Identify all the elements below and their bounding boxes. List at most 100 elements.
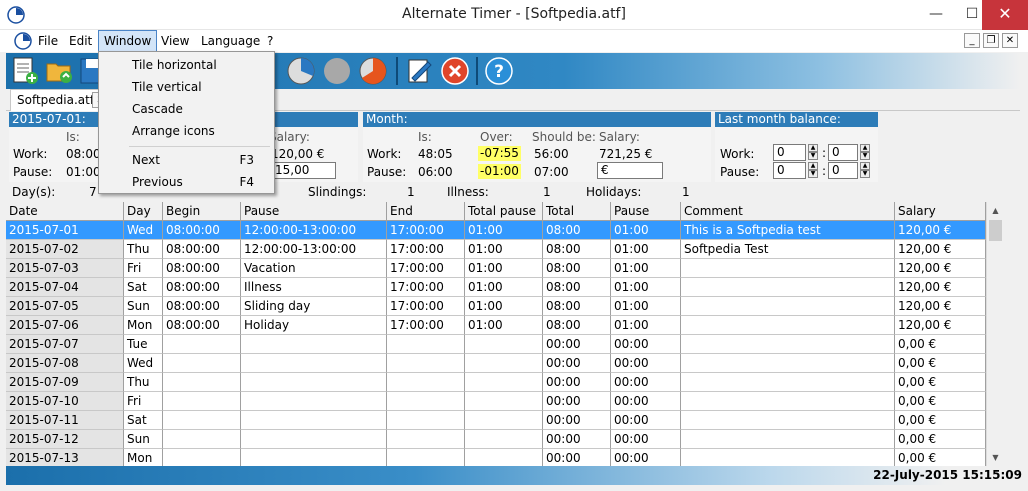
cell-total[interactable]: 00:00 [543,411,611,430]
balance-work-hours-spinner[interactable]: ▲ ▼ [808,144,818,161]
cell-pause-duration[interactable]: 01:00 [611,316,681,335]
cell-date[interactable]: 2015-07-06 [6,316,124,335]
cell-total-pause[interactable] [465,373,543,392]
column-header-salary[interactable]: Salary [895,202,986,221]
cell-begin[interactable]: 08:00:00 [163,316,241,335]
cell-total-pause[interactable]: 01:00 [465,278,543,297]
cell-day[interactable]: Wed [124,221,163,240]
column-header-total-pause[interactable]: Total pause [465,202,543,221]
cell-comment[interactable] [681,278,895,297]
cell-pause[interactable]: Sliding day [241,297,387,316]
cell-pause-duration[interactable]: 00:00 [611,392,681,411]
cell-begin[interactable] [163,335,241,354]
cell-pause[interactable] [241,354,387,373]
table-row[interactable]: 2015-07-10 Fri 00:00 00:00 0,00 € [6,392,986,411]
new-document-icon[interactable] [10,56,40,86]
cell-total-pause[interactable]: 01:00 [465,316,543,335]
cell-pause-duration[interactable]: 01:00 [611,278,681,297]
cell-total-pause[interactable] [465,411,543,430]
cell-day[interactable]: Mon [124,449,163,466]
cell-total[interactable]: 00:00 [543,392,611,411]
cell-end[interactable]: 17:00:00 [387,221,465,240]
balance-pause-minutes[interactable]: 0 [828,162,858,179]
cell-comment[interactable] [681,316,895,335]
cell-pause-duration[interactable]: 01:00 [611,221,681,240]
balance-pause-hours[interactable]: 0 [773,162,806,179]
cell-total[interactable]: 08:00 [543,297,611,316]
cell-day[interactable]: Sun [124,297,163,316]
cell-end[interactable]: 17:00:00 [387,259,465,278]
cell-total-pause[interactable] [465,449,543,466]
cell-pause-duration[interactable]: 00:00 [611,373,681,392]
cell-date[interactable]: 2015-07-08 [6,354,124,373]
cell-day[interactable]: Sun [124,430,163,449]
cell-end[interactable] [387,430,465,449]
cell-total[interactable]: 08:00 [543,221,611,240]
cell-pause[interactable] [241,430,387,449]
cell-total-pause[interactable] [465,430,543,449]
cell-pause-duration[interactable]: 01:00 [611,259,681,278]
table-row[interactable]: 2015-07-09 Thu 00:00 00:00 0,00 € [6,373,986,392]
cell-salary[interactable]: 0,00 € [895,449,986,466]
column-header-total[interactable]: Total [543,202,611,221]
table-row[interactable]: 2015-07-02 Thu 08:00:00 12:00:00-13:00:00 17… [6,240,986,259]
cell-pause-duration[interactable]: 00:00 [611,449,681,466]
scroll-down-icon[interactable]: ▼ [987,449,1004,466]
cell-comment[interactable] [681,392,895,411]
timesheet-grid[interactable]: Date Day Begin Pause End Total pause Total Paus… [6,202,986,466]
menu-view[interactable]: View [156,30,194,52]
cell-total[interactable]: 08:00 [543,316,611,335]
tab-softpedia[interactable]: Softpedia.atf [10,89,102,111]
cell-salary[interactable]: 0,00 € [895,411,986,430]
cell-day[interactable]: Fri [124,392,163,411]
cell-total[interactable]: 00:00 [543,449,611,466]
help-icon[interactable]: ? [484,56,514,86]
table-row[interactable]: 2015-07-04 Sat 08:00:00 Illness 17:00:00 01:0… [6,278,986,297]
cell-comment[interactable] [681,373,895,392]
delete-icon[interactable] [440,56,470,86]
menu-file[interactable]: File [33,30,63,52]
cell-total-pause[interactable] [465,392,543,411]
cell-begin[interactable] [163,430,241,449]
cell-date[interactable]: 2015-07-11 [6,411,124,430]
cell-total[interactable]: 08:00 [543,240,611,259]
cell-pause-duration[interactable]: 00:00 [611,354,681,373]
column-header-pause-duration[interactable]: Pause [611,202,681,221]
cell-begin[interactable] [163,354,241,373]
mdi-close-button[interactable]: ✕ [1002,33,1018,48]
mdi-restore-button[interactable]: ❐ [983,33,999,48]
scroll-thumb[interactable] [989,220,1002,241]
cell-salary[interactable]: 0,00 € [895,392,986,411]
cell-pause[interactable]: Holiday [241,316,387,335]
cell-day[interactable]: Mon [124,316,163,335]
cell-total-pause[interactable]: 01:00 [465,297,543,316]
cell-end[interactable]: 17:00:00 [387,297,465,316]
cell-day[interactable]: Thu [124,240,163,259]
cell-day[interactable]: Wed [124,354,163,373]
cell-pause[interactable] [241,373,387,392]
open-folder-icon[interactable] [44,56,74,86]
cell-begin[interactable] [163,392,241,411]
cell-day[interactable]: Sat [124,411,163,430]
cell-salary[interactable]: 0,00 € [895,335,986,354]
menu-item-previous[interactable]: Previous F4 [101,171,272,193]
cell-salary[interactable]: 120,00 € [895,278,986,297]
cell-end[interactable]: 17:00:00 [387,316,465,335]
cell-salary[interactable]: 0,00 € [895,354,986,373]
balance-work-hours[interactable]: 0 [773,144,806,161]
cell-salary[interactable]: 120,00 € [895,259,986,278]
cell-begin[interactable]: 08:00:00 [163,259,241,278]
cell-comment[interactable] [681,259,895,278]
cell-pause-duration[interactable]: 01:00 [611,240,681,259]
cell-pause-duration[interactable]: 00:00 [611,430,681,449]
cell-total[interactable]: 08:00 [543,278,611,297]
cell-end[interactable] [387,335,465,354]
table-row[interactable]: 2015-07-11 Sat 00:00 00:00 0,00 € [6,411,986,430]
cell-salary[interactable]: 120,00 € [895,240,986,259]
mdi-minimize-button[interactable]: _ [964,33,980,48]
cell-pause[interactable] [241,449,387,466]
cell-total-pause[interactable] [465,354,543,373]
column-header-end[interactable]: End [387,202,465,221]
cell-comment[interactable] [681,411,895,430]
cell-total[interactable]: 00:00 [543,354,611,373]
